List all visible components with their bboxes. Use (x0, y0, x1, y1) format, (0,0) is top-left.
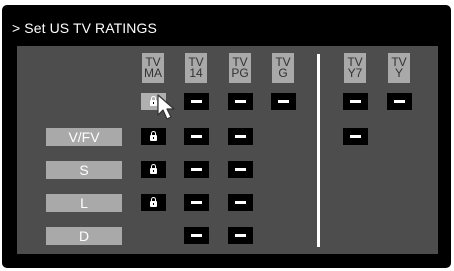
cell-s-tv-14[interactable] (184, 161, 209, 178)
padlock-icon (150, 197, 157, 207)
padlock-icon (150, 131, 157, 141)
cell-l-tv-pg[interactable] (228, 194, 253, 211)
mouse-pointer-icon (157, 94, 175, 120)
cell-l-tv-ma[interactable] (141, 194, 166, 211)
cell-l-tv-14[interactable] (184, 194, 209, 211)
column-header-tv-ma: TV MA (142, 53, 164, 83)
column-header-tv-y7: TV Y7 (344, 53, 366, 83)
cell-d-tv-14[interactable] (184, 227, 209, 244)
cell-s-tv-ma[interactable] (141, 161, 166, 178)
row-label-s: S (46, 161, 122, 179)
padlock-icon (150, 164, 157, 174)
cell-vfv-tv-pg[interactable] (228, 128, 253, 145)
youth-ratings-divider (317, 54, 320, 247)
screen-title: > Set US TV RATINGS (12, 20, 157, 36)
column-header-tv-14: TV 14 (185, 53, 207, 83)
cell-vfv-tv-y7[interactable] (343, 128, 368, 145)
cell-age-tv-pg[interactable] (228, 93, 253, 110)
column-header-tv-pg: TV PG (229, 53, 251, 83)
cell-s-tv-pg[interactable] (228, 161, 253, 178)
cell-age-tv-14[interactable] (184, 93, 209, 110)
cell-age-tv-g[interactable] (271, 93, 296, 110)
row-label-d: D (46, 227, 122, 245)
cell-age-tv-y7[interactable] (343, 93, 368, 110)
column-header-tv-y: TV Y (388, 53, 410, 83)
cell-vfv-tv-ma[interactable] (141, 128, 166, 145)
ratings-grid-panel: TV MA TV 14 TV PG TV G TV Y7 TV Y V/FV S L D (17, 46, 438, 254)
row-label-vfv: V/FV (46, 128, 122, 146)
column-header-tv-g: TV G (272, 53, 294, 83)
cell-d-tv-pg[interactable] (228, 227, 253, 244)
tv-screen: > Set US TV RATINGS TV MA TV 14 TV PG TV G T… (2, 5, 451, 268)
row-label-l: L (46, 194, 122, 212)
cell-age-tv-y[interactable] (387, 93, 412, 110)
screen-notch (330, 0, 338, 5)
cell-vfv-tv-14[interactable] (184, 128, 209, 145)
